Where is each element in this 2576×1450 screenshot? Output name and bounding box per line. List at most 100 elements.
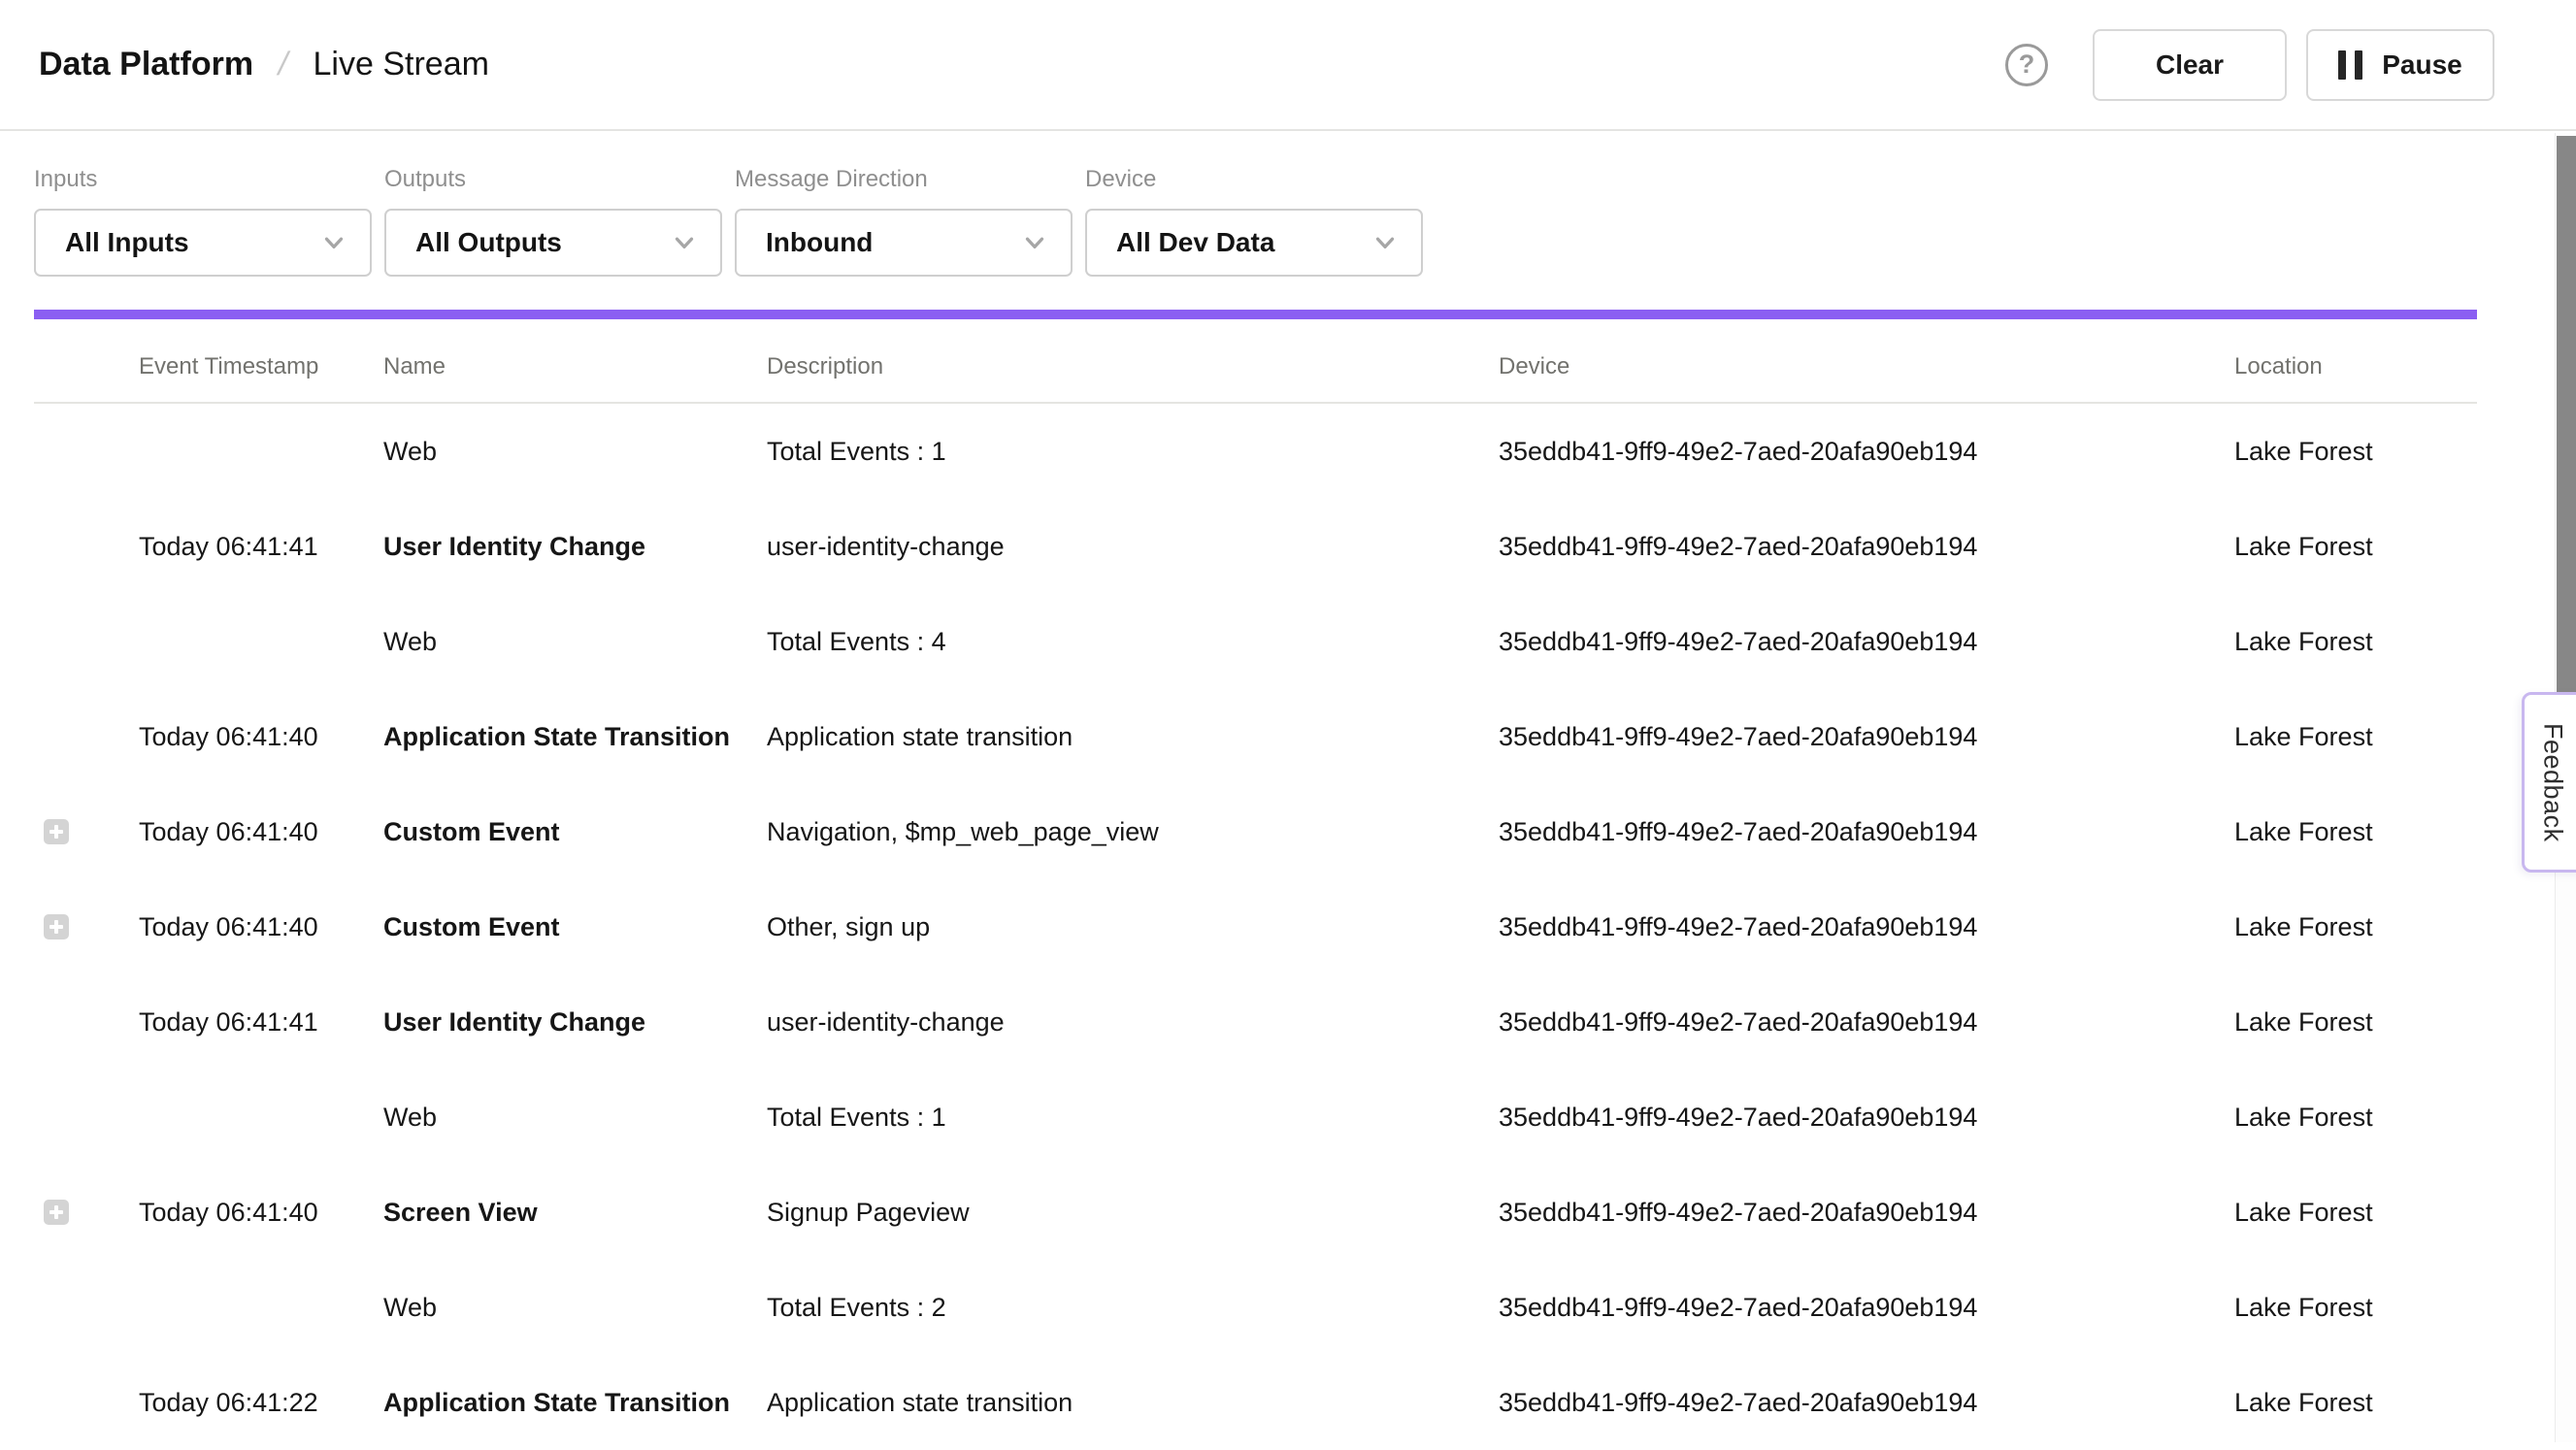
filter-selected-value: All Inputs bbox=[65, 227, 189, 258]
table-row[interactable]: Today 06:41:40 Custom Event Navigation, … bbox=[34, 784, 2477, 879]
scrollbar-thumb[interactable] bbox=[2557, 136, 2576, 730]
cell-event-timestamp: Today 06:41:41 bbox=[139, 1007, 383, 1038]
live-stream-table: Event Timestamp Name Description Device … bbox=[34, 319, 2477, 1450]
filter-label: Outputs bbox=[384, 166, 722, 193]
cell-location: Lake Forest bbox=[2234, 1103, 2477, 1133]
filter-select-outputs[interactable]: All Outputs bbox=[384, 209, 722, 277]
cell-device: 35eddb41-9ff9-49e2-7aed-20afa90eb194 bbox=[1499, 817, 2234, 847]
cell-name: Custom Event bbox=[383, 817, 767, 847]
cell-description: Total Events : 1 bbox=[767, 437, 1499, 467]
cell-device: 35eddb41-9ff9-49e2-7aed-20afa90eb194 bbox=[1499, 437, 2234, 467]
filter-device: Device All Dev Data bbox=[1085, 166, 1423, 277]
chevron-down-icon bbox=[670, 228, 699, 257]
cell-event-timestamp: Today 06:41:22 bbox=[139, 1388, 383, 1418]
cell-description: Application state transition bbox=[767, 1388, 1499, 1418]
filter-selected-value: All Outputs bbox=[415, 227, 562, 258]
table-row[interactable]: Web Total Events : 1 35eddb41-9ff9-49e2-… bbox=[34, 404, 2477, 499]
cell-name: User Identity Change bbox=[383, 532, 767, 562]
cell-location: Lake Forest bbox=[2234, 912, 2477, 942]
cell-name: Screen View bbox=[383, 1198, 767, 1228]
cell-description: Total Events : 2 bbox=[767, 1293, 1499, 1323]
table-row[interactable]: Today 06:41:40 Screen View Signup Pagevi… bbox=[34, 1165, 2477, 1260]
cell-device: 35eddb41-9ff9-49e2-7aed-20afa90eb194 bbox=[1499, 722, 2234, 752]
table-row[interactable]: Web Total Events : 4 35eddb41-9ff9-49e2-… bbox=[34, 594, 2477, 689]
breadcrumb-data-platform[interactable]: Data Platform bbox=[39, 46, 253, 83]
cell-event-timestamp: Today 06:41:40 bbox=[139, 722, 383, 752]
cell-location: Lake Forest bbox=[2234, 1007, 2477, 1038]
cell-name: User Identity Change bbox=[383, 1007, 767, 1038]
expand-row-icon[interactable] bbox=[44, 1200, 69, 1225]
table-row[interactable]: Today 06:41:41 User Identity Change user… bbox=[34, 974, 2477, 1070]
cell-device: 35eddb41-9ff9-49e2-7aed-20afa90eb194 bbox=[1499, 1388, 2234, 1418]
cell-location: Lake Forest bbox=[2234, 1388, 2477, 1418]
chevron-down-icon bbox=[319, 228, 348, 257]
chevron-down-icon bbox=[1020, 228, 1049, 257]
table-row[interactable]: Today 06:41:40 Application State Transit… bbox=[34, 689, 2477, 784]
cell-device: 35eddb41-9ff9-49e2-7aed-20afa90eb194 bbox=[1499, 1007, 2234, 1038]
filter-outputs: Outputs All Outputs bbox=[384, 166, 722, 277]
cell-description: user-identity-change bbox=[767, 532, 1499, 562]
breadcrumb-separator: / bbox=[275, 46, 292, 83]
expander-cell bbox=[34, 914, 139, 939]
cell-description: Total Events : 4 bbox=[767, 627, 1499, 657]
filter-inputs: Inputs All Inputs bbox=[34, 166, 372, 277]
cell-description: user-identity-change bbox=[767, 1007, 1499, 1038]
feedback-tab-label: Feedback bbox=[2538, 723, 2568, 842]
pause-icon bbox=[2338, 50, 2362, 80]
cell-event-timestamp: Today 06:41:40 bbox=[139, 817, 383, 847]
cell-location: Lake Forest bbox=[2234, 532, 2477, 562]
breadcrumb: Data Platform / Live Stream bbox=[39, 46, 2005, 83]
breadcrumb-live-stream[interactable]: Live Stream bbox=[314, 46, 489, 83]
cell-description: Total Events : 1 bbox=[767, 1103, 1499, 1133]
table-body: Web Total Events : 1 35eddb41-9ff9-49e2-… bbox=[34, 404, 2477, 1450]
expand-row-icon[interactable] bbox=[44, 819, 69, 844]
column-header-description: Description bbox=[767, 342, 1499, 380]
cell-event-timestamp: Today 06:41:41 bbox=[139, 532, 383, 562]
cell-event-timestamp: Today 06:41:40 bbox=[139, 912, 383, 942]
cell-device: 35eddb41-9ff9-49e2-7aed-20afa90eb194 bbox=[1499, 912, 2234, 942]
cell-name: Web bbox=[383, 1103, 767, 1133]
header-expander-spacer bbox=[34, 355, 139, 367]
cell-device: 35eddb41-9ff9-49e2-7aed-20afa90eb194 bbox=[1499, 1103, 2234, 1133]
chevron-down-icon bbox=[1371, 228, 1400, 257]
header-actions: ? Clear Pause bbox=[2005, 29, 2494, 101]
cell-device: 35eddb41-9ff9-49e2-7aed-20afa90eb194 bbox=[1499, 1293, 2234, 1323]
cell-name: Web bbox=[383, 627, 767, 657]
table-row[interactable]: Today 06:41:40 Custom Event Other, sign … bbox=[34, 879, 2477, 974]
filter-message-direction: Message Direction Inbound bbox=[735, 166, 1073, 277]
table-row[interactable]: Web Total Events : 2 35eddb41-9ff9-49e2-… bbox=[34, 1260, 2477, 1355]
page-header: Data Platform / Live Stream ? Clear Paus… bbox=[0, 0, 2576, 131]
cell-device: 35eddb41-9ff9-49e2-7aed-20afa90eb194 bbox=[1499, 627, 2234, 657]
table-row[interactable]: Today 06:41:22 Application State Transit… bbox=[34, 1355, 2477, 1450]
accent-divider bbox=[34, 310, 2477, 319]
cell-location: Lake Forest bbox=[2234, 1198, 2477, 1228]
cell-name: Application State Transition bbox=[383, 722, 767, 752]
filter-bar: Inputs All Inputs Outputs All Outputs Me… bbox=[0, 131, 2576, 277]
filter-label: Device bbox=[1085, 166, 1423, 193]
feedback-tab[interactable]: Feedback bbox=[2522, 692, 2576, 873]
cell-location: Lake Forest bbox=[2234, 437, 2477, 467]
filter-label: Message Direction bbox=[735, 166, 1073, 193]
cell-name: Application State Transition bbox=[383, 1388, 767, 1418]
cell-name: Custom Event bbox=[383, 912, 767, 942]
filter-select-message-direction[interactable]: Inbound bbox=[735, 209, 1073, 277]
expand-row-icon[interactable] bbox=[44, 914, 69, 939]
column-header-event-timestamp: Event Timestamp bbox=[139, 342, 383, 380]
cell-device: 35eddb41-9ff9-49e2-7aed-20afa90eb194 bbox=[1499, 1198, 2234, 1228]
filter-selected-value: All Dev Data bbox=[1116, 227, 1274, 258]
column-header-name: Name bbox=[383, 342, 767, 380]
expander-cell bbox=[34, 819, 139, 844]
filter-select-device[interactable]: All Dev Data bbox=[1085, 209, 1423, 277]
cell-name: Web bbox=[383, 437, 767, 467]
cell-description: Navigation, $mp_web_page_view bbox=[767, 817, 1499, 847]
cell-name: Web bbox=[383, 1293, 767, 1323]
cell-description: Application state transition bbox=[767, 722, 1499, 752]
help-icon[interactable]: ? bbox=[2005, 44, 2048, 86]
cell-location: Lake Forest bbox=[2234, 1293, 2477, 1323]
clear-button[interactable]: Clear bbox=[2093, 29, 2287, 101]
cell-device: 35eddb41-9ff9-49e2-7aed-20afa90eb194 bbox=[1499, 532, 2234, 562]
table-row[interactable]: Today 06:41:41 User Identity Change user… bbox=[34, 499, 2477, 594]
pause-button[interactable]: Pause bbox=[2306, 29, 2494, 101]
table-row[interactable]: Web Total Events : 1 35eddb41-9ff9-49e2-… bbox=[34, 1070, 2477, 1165]
filter-select-inputs[interactable]: All Inputs bbox=[34, 209, 372, 277]
